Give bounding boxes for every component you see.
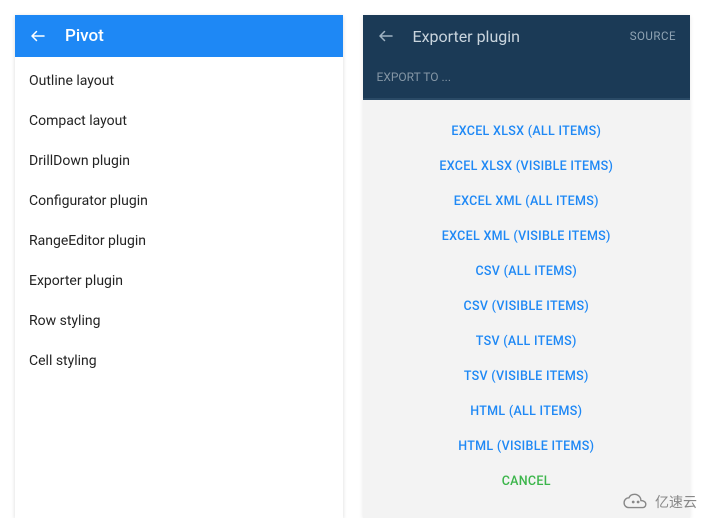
cloud-icon (622, 493, 650, 511)
list-item[interactable]: Exporter plugin (15, 261, 343, 301)
list-item[interactable]: Configurator plugin (15, 181, 343, 221)
export-option[interactable]: HTML (VISIBLE ITEMS) (450, 429, 602, 464)
source-link[interactable]: SOURCE (630, 29, 676, 43)
export-option[interactable]: CSV (VISIBLE ITEMS) (456, 289, 598, 324)
list-item[interactable]: RangeEditor plugin (15, 221, 343, 261)
exporter-panel: Exporter plugin SOURCE EXPORT TO ... EXC… (363, 15, 691, 518)
export-to-label: EXPORT TO ... (363, 57, 691, 100)
back-arrow-icon[interactable] (377, 27, 395, 45)
exporter-header: Exporter plugin SOURCE (363, 15, 691, 57)
list-item[interactable]: Cell styling (15, 341, 343, 381)
pivot-panel: Pivot Outline layout Compact layout Dril… (15, 15, 343, 518)
export-option[interactable]: TSV (VISIBLE ITEMS) (456, 359, 597, 394)
export-option[interactable]: EXCEL XLSX (VISIBLE ITEMS) (431, 149, 621, 184)
list-item[interactable]: DrillDown plugin (15, 141, 343, 181)
pivot-title: Pivot (65, 26, 104, 46)
export-option[interactable]: HTML (ALL ITEMS) (462, 394, 590, 429)
watermark: 亿速云 (622, 492, 697, 512)
export-option[interactable]: EXCEL XLSX (ALL ITEMS) (443, 114, 609, 149)
dual-panel-container: Pivot Outline layout Compact layout Dril… (0, 0, 705, 518)
cancel-button[interactable]: CANCEL (494, 464, 559, 499)
pivot-header: Pivot (15, 15, 343, 57)
list-item[interactable]: Outline layout (15, 61, 343, 101)
export-option[interactable]: CSV (ALL ITEMS) (467, 254, 585, 289)
list-item[interactable]: Row styling (15, 301, 343, 341)
export-options-list: EXCEL XLSX (ALL ITEMS) EXCEL XLSX (VISIB… (363, 100, 691, 518)
export-option[interactable]: EXCEL XML (VISIBLE ITEMS) (434, 219, 619, 254)
list-item[interactable]: Compact layout (15, 101, 343, 141)
back-arrow-icon[interactable] (29, 27, 47, 45)
export-option[interactable]: EXCEL XML (ALL ITEMS) (446, 184, 607, 219)
watermark-text: 亿速云 (655, 492, 697, 512)
exporter-title: Exporter plugin (413, 27, 612, 46)
export-option[interactable]: TSV (ALL ITEMS) (468, 324, 585, 359)
pivot-menu-list: Outline layout Compact layout DrillDown … (15, 57, 343, 385)
